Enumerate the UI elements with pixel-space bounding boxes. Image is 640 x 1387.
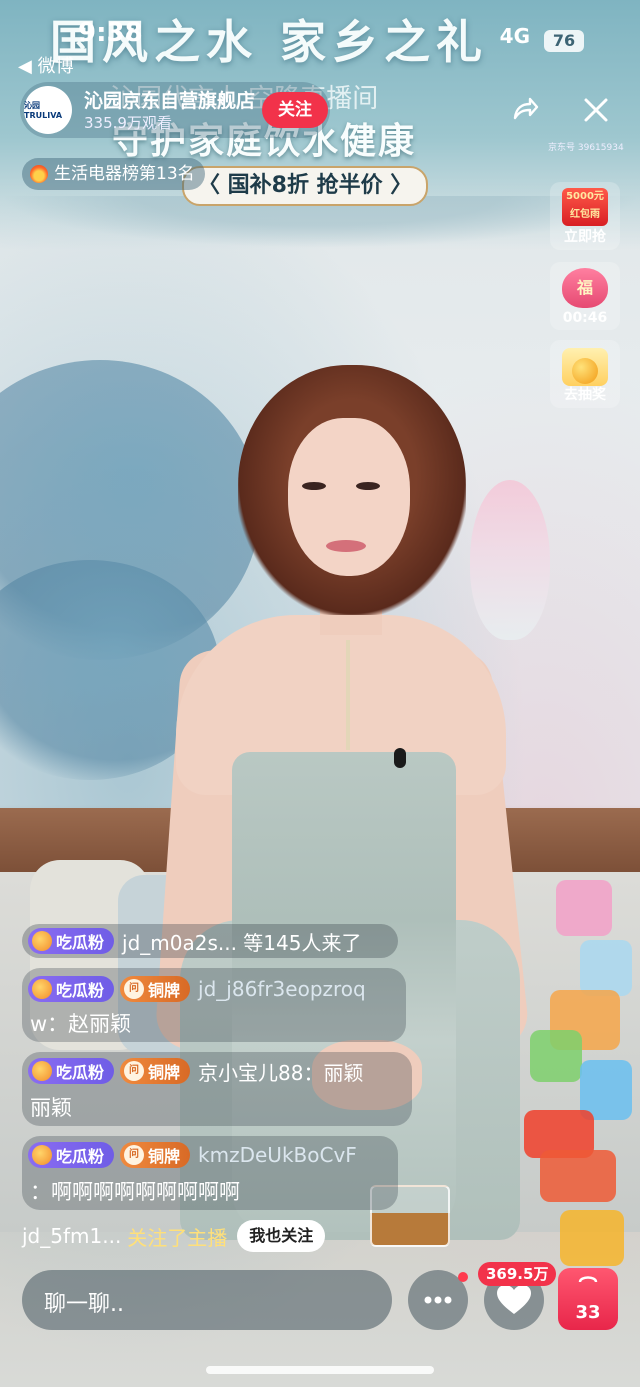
room-id: 京东号 39615934 (548, 143, 624, 153)
lucky-bag-widget[interactable]: 福 00:46 (550, 262, 620, 330)
like-sticker-icon (540, 1150, 616, 1202)
fan-badge-label: 吃瓜粉 (56, 1147, 105, 1166)
chat-header: 吃瓜粉 问铜牌 jd_j86fr3eopzroq (22, 972, 366, 1006)
fan-badge-label: 吃瓜粉 (56, 1063, 105, 1082)
host-eye (302, 482, 326, 490)
like-sticker-icon (530, 1030, 582, 1082)
lottery-ball-icon (572, 358, 598, 384)
fire-icon (30, 165, 48, 183)
fan-badge: 吃瓜粉 (28, 976, 115, 1002)
copper-badge-icon: 问 (124, 1145, 145, 1165)
fan-badge-icon (32, 1061, 52, 1081)
fan-badge: 吃瓜粉 (28, 1058, 115, 1084)
me-too-follow-button[interactable]: 我也关注 (237, 1220, 326, 1252)
copper-badge-label: 铜牌 (148, 1147, 181, 1166)
follow-notice-user: jd_5fm1... (22, 1224, 122, 1248)
fan-badge-icon (32, 1145, 52, 1165)
back-to-weibo-link[interactable]: ◀ 微博 (18, 52, 74, 78)
necklace (346, 640, 350, 750)
chat-text: jd_m0a2s... 等145人来了 (122, 930, 362, 955)
chat-text: 丽颖 (30, 1096, 72, 1120)
promo-pill-button[interactable]: 〈 国补8折 抢半价 〉 (182, 166, 429, 206)
follow-notice-action: 关注了主播 (127, 1225, 228, 1250)
lucky-bag-timer: 00:46 (562, 310, 608, 326)
live-stream-screen: 国风之水 家乡之礼 沁园代言人 空降直播间 守护家庭饮水健康 〈 国补8折 抢半… (0, 0, 640, 1387)
follow-notice: jd_5fm1... 关注了主播 我也关注 (22, 1218, 326, 1254)
copper-badge: 问铜牌 (120, 976, 191, 1002)
lapel-mic (394, 748, 406, 768)
status-time: 9:38 (78, 18, 143, 48)
copper-badge: 问铜牌 (120, 1142, 191, 1168)
host-eye (356, 482, 380, 490)
home-indicator[interactable] (206, 1366, 434, 1374)
fan-badge-icon (32, 931, 52, 951)
host-lips (326, 540, 366, 552)
lotus-flower-art (470, 480, 550, 640)
like-sticker-icon (560, 1210, 624, 1266)
copper-badge-label: 铜牌 (148, 1063, 181, 1082)
chat-username[interactable]: kmzDeUkBoCvF (198, 1143, 357, 1167)
notification-dot (458, 1272, 468, 1282)
rank-label: 生活电器榜第13名 (54, 164, 195, 184)
rank-badge[interactable]: 生活电器榜第13名 (22, 158, 205, 190)
lottery-widget[interactable]: 去抽奖 (550, 340, 620, 408)
chat-text: w：赵丽颖 (30, 1012, 132, 1036)
fan-badge-icon (32, 979, 52, 999)
red-packet-widget[interactable]: 5000元 红包雨 立即抢 (550, 182, 620, 250)
like-sticker-icon (580, 940, 632, 996)
close-icon[interactable] (582, 96, 610, 124)
host-name: 沁园京东自营旗舰店 (84, 90, 256, 112)
network-indicator: 4G (499, 24, 530, 48)
chat-message: 吃瓜粉 问铜牌 kmzDeUkBoCvF ：啊啊啊啊啊啊啊啊啊 (22, 1136, 398, 1210)
chat-header: 吃瓜粉 问铜牌 京小宝儿88：丽颖 (22, 1054, 363, 1088)
fan-badge-label: 吃瓜粉 (56, 933, 105, 952)
fan-badge-label: 吃瓜粉 (56, 981, 105, 1000)
copper-badge-icon: 问 (124, 979, 145, 999)
follow-button[interactable]: 关注 (262, 92, 328, 128)
battery-icon: 76 (544, 30, 584, 52)
cart-count: 33 (575, 1302, 601, 1323)
red-packet-label: 立即抢 (564, 229, 606, 245)
copper-badge: 问铜牌 (120, 1058, 191, 1084)
fan-badge: 吃瓜粉 (28, 1142, 115, 1168)
chat-username[interactable]: jd_j86fr3eopzroq (198, 977, 366, 1001)
copper-badge-icon: 问 (124, 1061, 145, 1081)
chat-message: 吃瓜粉 问铜牌 jd_j86fr3eopzroq w：赵丽颖 (22, 968, 406, 1042)
chat-join-message: 吃瓜粉 jd_m0a2s... 等145人来了 (22, 924, 398, 958)
lucky-bag-icon: 福 (562, 268, 608, 308)
copper-badge-label: 铜牌 (148, 981, 181, 1000)
chat-input-placeholder: 聊一聊.. (44, 1292, 124, 1317)
like-count: 369.5万 (478, 1262, 557, 1286)
chat-username[interactable]: 京小宝儿88：丽颖 (198, 1057, 363, 1086)
share-icon[interactable] (510, 94, 540, 124)
chat-header: 吃瓜粉 问铜牌 kmzDeUkBoCvF (22, 1138, 357, 1172)
host-avatar[interactable]: 沁园TRULIVA (24, 86, 72, 134)
chat-text: ：啊啊啊啊啊啊啊啊啊 (30, 1180, 240, 1204)
red-packet-icon: 5000元 红包雨 (562, 188, 608, 226)
view-count: 335.9万观看 (84, 114, 172, 132)
host-face (288, 418, 410, 576)
chat-message: 吃瓜粉 问铜牌 京小宝儿88：丽颖 丽颖 (22, 1052, 412, 1126)
like-sticker-icon (556, 880, 612, 936)
chat-input[interactable]: 聊一聊.. (22, 1270, 392, 1330)
fan-badge: 吃瓜粉 (28, 928, 115, 954)
lottery-label: 去抽奖 (564, 387, 606, 403)
